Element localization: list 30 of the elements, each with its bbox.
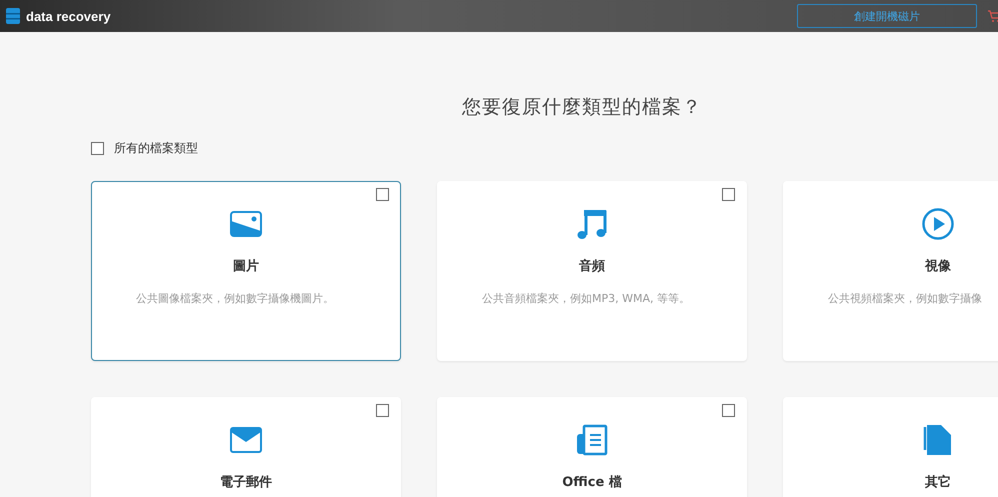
music-note-icon xyxy=(577,208,607,240)
page-heading: 您要復原什麼類型的檔案？ xyxy=(461,95,703,120)
card-title: 視像 xyxy=(925,258,951,275)
file-type-card[interactable]: 音頻 公共音頻檔案夾，例如MP3, WMA, 等等。 xyxy=(437,181,747,361)
card-title: 圖片 xyxy=(233,258,259,275)
all-types-checkbox[interactable] xyxy=(91,142,104,155)
card-title: 電子郵件 xyxy=(220,474,272,491)
play-icon xyxy=(922,208,954,240)
card-checkbox[interactable] xyxy=(376,404,389,417)
card-description: 公共視頻檔案夾，例如數字攝像 xyxy=(828,291,982,306)
file-type-card[interactable]: 其它 xyxy=(783,397,998,497)
file-type-card[interactable]: 圖片 公共圖像檔案夾，例如數字攝像機圖片。 xyxy=(91,181,401,361)
card-title: 其它 xyxy=(925,474,951,491)
envelope-icon xyxy=(230,427,262,453)
all-types-label[interactable]: 所有的檔案類型 xyxy=(114,140,198,157)
file-type-card[interactable]: 視像 公共視頻檔案夾，例如數字攝像 xyxy=(783,181,998,361)
card-description: 公共圖像檔案夾，例如數字攝像機圖片。 xyxy=(136,291,334,306)
image-icon xyxy=(230,211,262,237)
file-type-card[interactable]: Office 檔 xyxy=(437,397,747,497)
card-checkbox[interactable] xyxy=(722,188,735,201)
card-checkbox[interactable] xyxy=(722,404,735,417)
app-title: data recovery xyxy=(26,8,111,24)
card-title: 音頻 xyxy=(579,258,605,275)
card-description: 公共音頻檔案夾，例如MP3, WMA, 等等。 xyxy=(482,291,690,306)
logo-icon xyxy=(6,8,20,24)
files-icon xyxy=(923,424,953,456)
document-icon xyxy=(576,424,608,456)
card-title: Office 檔 xyxy=(562,474,622,491)
file-type-card[interactable]: 電子郵件 xyxy=(91,397,401,497)
card-checkbox[interactable] xyxy=(376,188,389,201)
